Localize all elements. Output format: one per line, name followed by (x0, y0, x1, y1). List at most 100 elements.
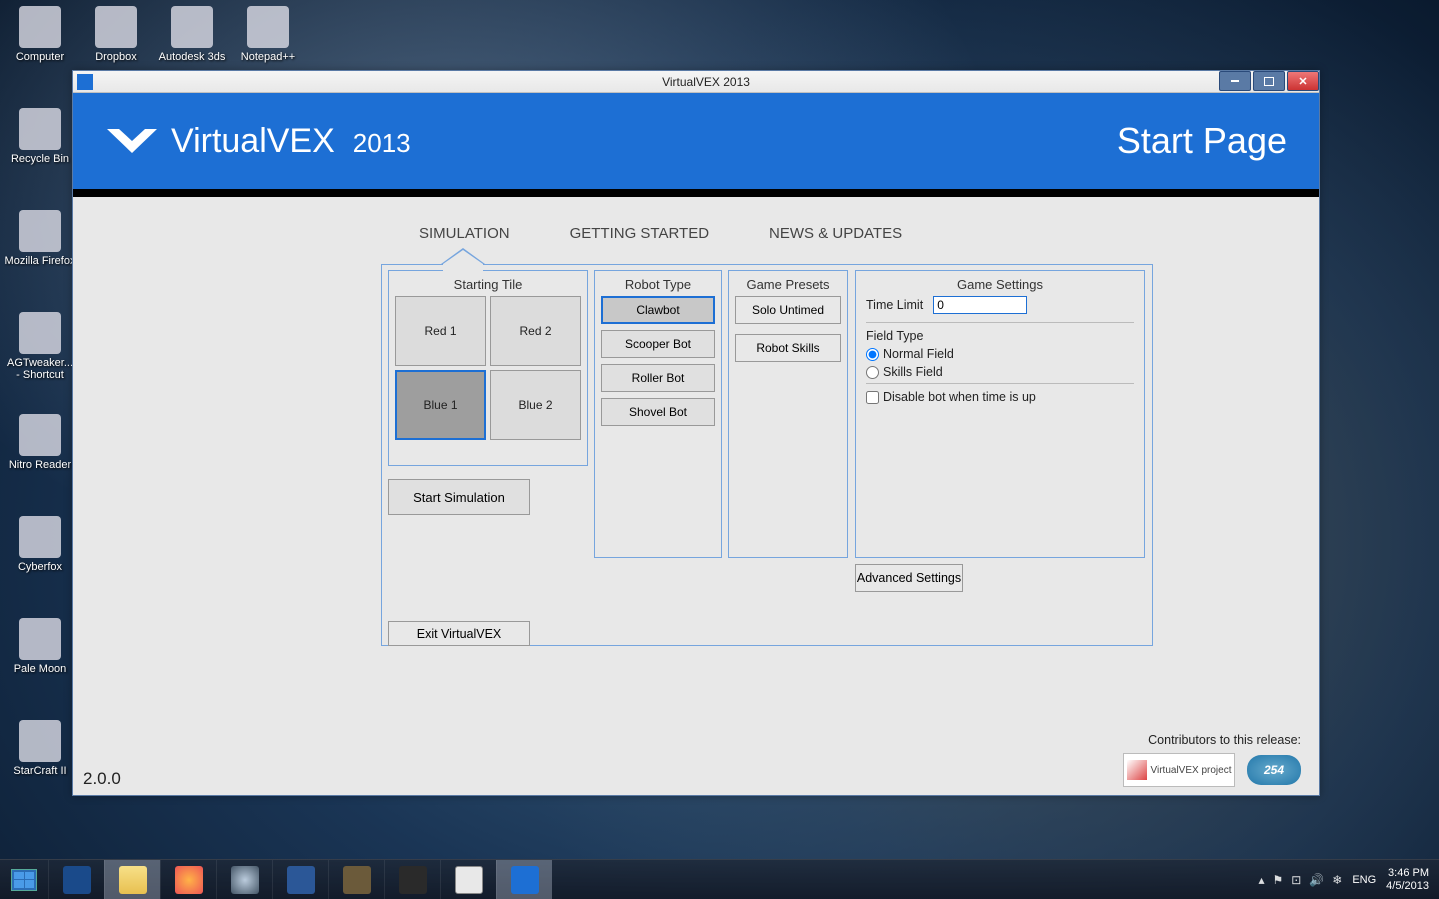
preset-solo-untimed[interactable]: Solo Untimed (735, 296, 841, 324)
minimize-button[interactable] (1219, 71, 1251, 91)
app-content: VirtualVEX 2013 Start Page SIMULATION GE… (73, 93, 1319, 795)
desktop-icon-palemoon[interactable]: Pale Moon (4, 616, 76, 688)
tab-news[interactable]: NEWS & UPDATES (769, 225, 902, 246)
disable-bot-row[interactable]: Disable bot when time is up (866, 390, 1134, 404)
desktop-icon-firefox[interactable]: Mozilla Firefox (4, 208, 76, 280)
unity-icon (455, 866, 483, 894)
robot-shovel[interactable]: Shovel Bot (601, 398, 715, 426)
tile-blue1[interactable]: Blue 1 (395, 370, 486, 440)
tools-icon (19, 312, 61, 354)
tile-red2[interactable]: Red 2 (490, 296, 581, 366)
gimp-icon (343, 866, 371, 894)
tray-network-icon[interactable]: ⊡ (1291, 873, 1301, 887)
preset-list: Solo Untimed Robot Skills (729, 296, 847, 362)
taskbar-firefox[interactable] (160, 860, 216, 899)
nitro-icon (19, 414, 61, 456)
start-simulation-button[interactable]: Start Simulation (388, 479, 530, 515)
tray-chevron-up-icon[interactable]: ▴ (1258, 873, 1264, 887)
explorer-icon (119, 866, 147, 894)
icon-label: StarCraft II (13, 765, 66, 777)
disable-bot-checkbox[interactable] (866, 391, 879, 404)
robot-scooper[interactable]: Scooper Bot (601, 330, 715, 358)
starcraft-icon (19, 720, 61, 762)
autodesk-icon (171, 6, 213, 48)
desktop-icon-nitro[interactable]: Nitro Reader (4, 412, 76, 484)
tabs: SIMULATION GETTING STARTED NEWS & UPDATE… (419, 225, 1319, 246)
tab-simulation[interactable]: SIMULATION (419, 225, 510, 246)
taskbar-unity[interactable] (440, 860, 496, 899)
panel-title: Game Presets (729, 271, 847, 296)
time-limit-input[interactable] (933, 296, 1027, 314)
taskbar-gimp[interactable] (328, 860, 384, 899)
desktop-icon-recycle-bin[interactable]: Recycle Bin (4, 106, 76, 178)
tray-date: 4/5/2013 (1386, 880, 1429, 892)
window-title: VirtualVEX 2013 (93, 75, 1319, 89)
maximize-button[interactable] (1253, 71, 1285, 91)
window-controls (1217, 71, 1319, 91)
logo: VirtualVEX 2013 (105, 122, 411, 161)
tray-language[interactable]: ENG (1352, 874, 1376, 886)
close-button[interactable] (1287, 71, 1319, 91)
dropbox-icon (95, 6, 137, 48)
contributors-area: Contributors to this release: VirtualVEX… (1123, 733, 1301, 787)
field-type-label: Field Type (866, 329, 1134, 343)
preset-robot-skills[interactable]: Robot Skills (735, 334, 841, 362)
desktop-icon-cyberfox[interactable]: Cyberfox (4, 514, 76, 586)
recycle-bin-icon (19, 108, 61, 150)
robot-clawbot[interactable]: Clawbot (601, 296, 715, 324)
tab-getting-started[interactable]: GETTING STARTED (570, 225, 709, 246)
taskbar-virtualvex[interactable] (496, 860, 552, 899)
taskbar-3dsmax[interactable] (384, 860, 440, 899)
app-window: VirtualVEX 2013 VirtualVEX 2013 Start Pa… (72, 70, 1320, 796)
desktop-icon-agtweaker[interactable]: AGTweaker... - Shortcut (4, 310, 76, 382)
taskbar-apps (48, 860, 552, 899)
icon-label: Pale Moon (14, 663, 67, 675)
start-button[interactable] (0, 860, 48, 899)
robot-roller[interactable]: Roller Bot (601, 364, 715, 392)
robot-type-panel: Robot Type Clawbot Scooper Bot Roller Bo… (594, 270, 722, 558)
radio-skills-field[interactable] (866, 366, 879, 379)
taskbar-word[interactable] (272, 860, 328, 899)
icon-label: Computer (16, 51, 64, 63)
divider (866, 383, 1134, 384)
desktop-icon-autodesk[interactable]: Autodesk 3ds (156, 4, 228, 76)
taskbar-palemoon[interactable] (216, 860, 272, 899)
desktop-icon-dropbox[interactable]: Dropbox (80, 4, 152, 76)
tile-blue2[interactable]: Blue 2 (490, 370, 581, 440)
radio-normal-field[interactable] (866, 348, 879, 361)
taskbar-explorer[interactable] (104, 860, 160, 899)
tray-time: 3:46 PM (1386, 867, 1429, 879)
team-254-logo: 254 (1247, 755, 1301, 785)
logo-icon (105, 123, 159, 159)
desktop-icon-starcraft[interactable]: StarCraft II (4, 718, 76, 790)
desktop: Computer Recycle Bin Mozilla Firefox AGT… (0, 0, 1439, 899)
virtualvex-project-logo: VirtualVEX project (1123, 753, 1235, 787)
radio-normal-field-row[interactable]: Normal Field (866, 347, 1134, 361)
advanced-settings-button[interactable]: Advanced Settings (855, 564, 963, 592)
taskbar-powershell[interactable] (48, 860, 104, 899)
cyberfox-icon (19, 516, 61, 558)
game-presets-panel: Game Presets Solo Untimed Robot Skills (728, 270, 848, 558)
tray-clock[interactable]: 3:46 PM 4/5/2013 (1386, 867, 1429, 891)
exit-button[interactable]: Exit VirtualVEX (388, 621, 530, 646)
tile-red1[interactable]: Red 1 (395, 296, 486, 366)
desktop-icon-computer[interactable]: Computer (4, 4, 76, 76)
tray-flag-icon[interactable]: ⚑ (1272, 873, 1283, 887)
radio-skills-field-row[interactable]: Skills Field (866, 365, 1134, 379)
tray-icons: ▴ ⚑ ⊡ 🔊 ❄ (1258, 873, 1342, 887)
virtualvex-icon (511, 866, 539, 894)
tray-snowflake-icon[interactable]: ❄ (1332, 873, 1342, 887)
desktop-icon-notepadpp[interactable]: Notepad++ (232, 4, 304, 76)
titlebar[interactable]: VirtualVEX 2013 (73, 71, 1319, 93)
robot-list: Clawbot Scooper Bot Roller Bot Shovel Bo… (595, 296, 721, 426)
palemoon-icon (231, 866, 259, 894)
icon-label: Mozilla Firefox (5, 255, 76, 267)
palemoon-icon (19, 618, 61, 660)
active-tab-indicator (443, 250, 483, 274)
contributor-logos: VirtualVEX project 254 (1123, 753, 1301, 787)
version-label: 2.0.0 (83, 769, 121, 789)
tray-volume-icon[interactable]: 🔊 (1309, 873, 1324, 887)
app-name: VirtualVEX (171, 122, 335, 161)
icon-label: Autodesk 3ds (159, 51, 226, 63)
notepadpp-icon (247, 6, 289, 48)
